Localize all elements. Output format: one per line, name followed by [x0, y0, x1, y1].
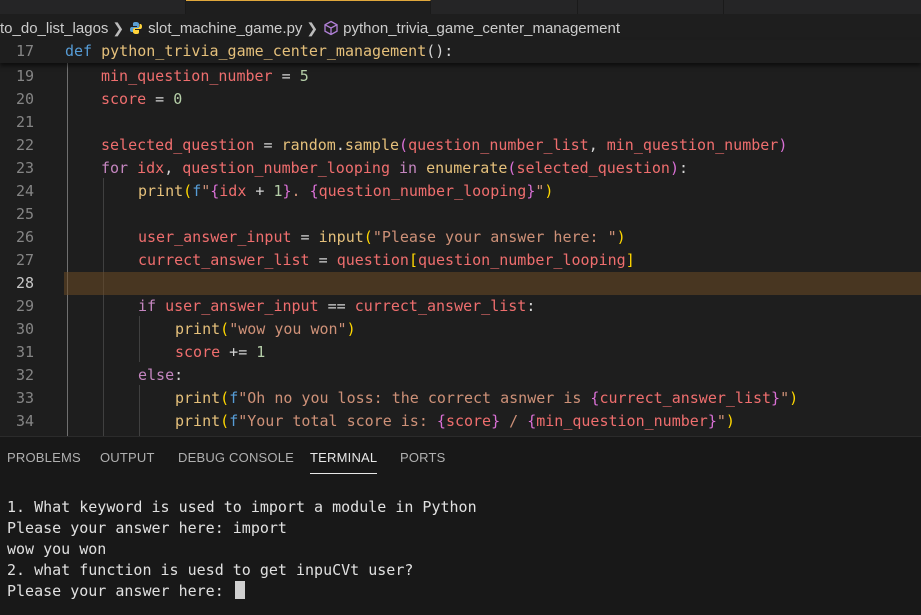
line-number: 27 [15, 251, 34, 269]
code-line-28-current: 28 [0, 272, 921, 295]
line-number: 33 [15, 389, 34, 407]
tab-terminal[interactable]: TERMINAL [310, 450, 378, 474]
method-symbol-icon [324, 20, 338, 36]
variable: score [101, 90, 147, 108]
code-line-33: 33 print(f"Oh no you loss: the correct a… [0, 387, 921, 410]
code-line-29: 29 if user_answer_input == currect_answe… [0, 295, 921, 318]
code-line-26: 26 user_answer_input = input("Please you… [0, 226, 921, 249]
line-number: 19 [15, 67, 34, 85]
line-number: 34 [15, 412, 34, 430]
function-name: python_trivia_game_center_management [101, 42, 427, 60]
sticky-scroll-line[interactable]: 17 def python_trivia_game_center_managem… [0, 40, 921, 63]
code-line-23: 23 for idx, question_number_looping in e… [0, 157, 921, 180]
variable: min_question_number [101, 67, 273, 85]
terminal-line: Please your answer here: import [7, 519, 287, 537]
chevron-right-icon: ❯ [112, 19, 125, 36]
panel-tab-bar: PROBLEMS OUTPUT DEBUG CONSOLE TERMINAL P… [0, 437, 921, 477]
tab-ports[interactable]: PORTS [400, 450, 446, 465]
terminal-line: 2. what function is uesd to get inpuCVt … [7, 561, 414, 579]
editor-tab-active[interactable] [186, 0, 431, 14]
line-number: 17 [15, 42, 34, 60]
terminal-cursor [234, 581, 245, 599]
number-literal: 5 [299, 67, 309, 85]
line-number: 25 [15, 205, 34, 223]
code-line-21: 21 [0, 111, 921, 134]
breadcrumb: to_do_list_lagos ❯ slot_machine_game.py … [0, 17, 921, 39]
line-number: 24 [15, 182, 34, 200]
bottom-panel: PROBLEMS OUTPUT DEBUG CONSOLE TERMINAL P… [0, 436, 921, 615]
breadcrumb-folder[interactable]: to_do_list_lagos [0, 20, 108, 37]
current-line-highlight [64, 272, 921, 295]
breadcrumb-file[interactable]: slot_machine_game.py [148, 20, 302, 37]
breadcrumb-symbol[interactable]: python_trivia_game_center_management [343, 20, 620, 37]
def-keyword: def [65, 42, 93, 60]
editor-tab[interactable] [432, 0, 578, 14]
editor-tab[interactable] [724, 0, 921, 14]
code-line-25: 25 [0, 203, 921, 226]
number-literal: 0 [173, 90, 183, 108]
code-line: def python_trivia_game_center_management… [65, 40, 453, 63]
tab-problems[interactable]: PROBLEMS [7, 450, 81, 465]
editor-tab[interactable] [578, 0, 724, 14]
line-number: 21 [15, 113, 34, 131]
line-number: 28 [15, 274, 34, 292]
line-number: 30 [15, 320, 34, 338]
line-number: 32 [15, 366, 34, 384]
terminal-line: wow you won [7, 540, 107, 558]
tab-output[interactable]: OUTPUT [100, 450, 155, 465]
code-line-31: 31 score += 1 [0, 341, 921, 364]
terminal-prompt-line[interactable]: Please your answer here: [7, 581, 907, 602]
line-number: 31 [15, 343, 34, 361]
code-line-24: 24 print(f"{idx + 1}. {question_number_l… [0, 180, 921, 203]
editor-tab-strip [0, 0, 921, 14]
code-line-22: 22 selected_question = random.sample(que… [0, 134, 921, 157]
editor-tab[interactable] [0, 0, 186, 14]
code-line-19: 19 min_question_number = 5 [0, 65, 921, 88]
code-line-27: 27 currect_answer_list = question[questi… [0, 249, 921, 272]
terminal-output[interactable]: 1. What keyword is used to import a modu… [7, 497, 907, 602]
terminal-prompt: Please your answer here: [7, 582, 233, 600]
code-editor[interactable]: 19 min_question_number = 5 20 score = 0 … [0, 63, 921, 436]
line-number: 22 [15, 136, 34, 154]
line-number: 20 [15, 90, 34, 108]
chevron-right-icon: ❯ [306, 19, 319, 36]
code-line-34: 34 print(f"Your total score is: {score} … [0, 410, 921, 433]
line-number: 29 [15, 297, 34, 315]
python-file-icon [130, 22, 143, 34]
params: (): [426, 42, 454, 60]
code-line-30: 30 print("wow you won") [0, 318, 921, 341]
terminal-line: 1. What keyword is used to import a modu… [7, 498, 477, 516]
code-line-32: 32 else: [0, 364, 921, 387]
line-number: 26 [15, 228, 34, 246]
tab-debug-console[interactable]: DEBUG CONSOLE [178, 450, 294, 465]
code-line-20: 20 score = 0 [0, 88, 921, 111]
line-number: 23 [15, 159, 34, 177]
